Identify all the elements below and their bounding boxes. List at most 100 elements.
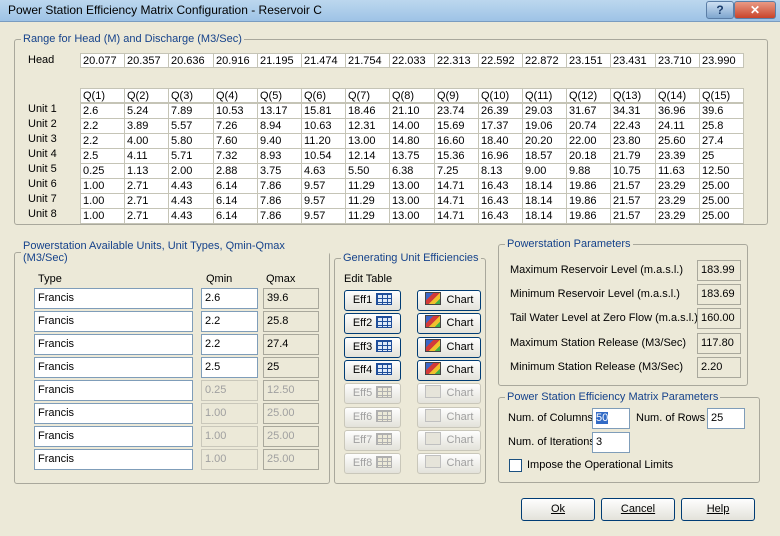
discharge-value-cell[interactable]: 18.14 <box>522 193 567 209</box>
discharge-value-cell[interactable]: 15.69 <box>434 118 479 134</box>
discharge-value-cell[interactable]: 20.18 <box>566 148 611 164</box>
discharge-value-cell[interactable]: 14.71 <box>434 178 479 194</box>
title-bar[interactable]: Power Station Efficiency Matrix Configur… <box>0 0 780 22</box>
iterations-input[interactable]: 3 <box>592 432 630 453</box>
discharge-value-cell[interactable]: 21.57 <box>610 208 656 224</box>
discharge-value-cell[interactable]: 4.00 <box>124 133 169 149</box>
discharge-value-cell[interactable]: 10.54 <box>301 148 346 164</box>
discharge-value-cell[interactable]: 7.86 <box>257 208 302 224</box>
discharge-value-cell[interactable]: 4.43 <box>168 193 214 209</box>
discharge-value-cell[interactable]: 25.00 <box>699 208 744 224</box>
discharge-value-cell[interactable]: 9.57 <box>301 193 346 209</box>
discharge-value-cell[interactable]: 25 <box>699 148 744 164</box>
discharge-value-cell[interactable]: 2.71 <box>124 178 169 194</box>
discharge-value-cell[interactable]: 7.60 <box>213 133 258 149</box>
qmin-field[interactable]: 2.2 <box>201 311 258 332</box>
discharge-value-cell[interactable]: 16.43 <box>478 178 523 194</box>
discharge-value-cell[interactable]: 15.36 <box>434 148 479 164</box>
discharge-value-cell[interactable]: 2.6 <box>80 103 125 119</box>
edit-table-button[interactable]: Eff1 <box>344 290 401 311</box>
discharge-value-cell[interactable]: 10.53 <box>213 103 258 119</box>
discharge-value-cell[interactable]: 16.43 <box>478 193 523 209</box>
cancel-button[interactable]: Cancel <box>601 498 675 521</box>
discharge-value-cell[interactable]: 11.29 <box>345 193 390 209</box>
discharge-value-cell[interactable]: 18.40 <box>478 133 523 149</box>
edit-table-button[interactable]: Eff4 <box>344 360 401 381</box>
discharge-value-cell[interactable]: 11.29 <box>345 208 390 224</box>
discharge-value-cell[interactable]: 18.14 <box>522 178 567 194</box>
discharge-value-cell[interactable]: 1.00 <box>80 178 125 194</box>
discharge-value-cell[interactable]: 5.71 <box>168 148 214 164</box>
discharge-value-cell[interactable]: 16.96 <box>478 148 523 164</box>
discharge-value-cell[interactable]: 23.29 <box>655 178 700 194</box>
unit-type-field[interactable]: Francis <box>34 449 193 470</box>
discharge-value-cell[interactable]: 2.2 <box>80 133 125 149</box>
help-button[interactable]: Help <box>681 498 755 521</box>
discharge-value-cell[interactable]: 5.24 <box>124 103 169 119</box>
discharge-value-cell[interactable]: 25.00 <box>699 178 744 194</box>
discharge-value-cell[interactable]: 1.00 <box>80 193 125 209</box>
discharge-value-cell[interactable]: 24.11 <box>655 118 700 134</box>
discharge-value-cell[interactable]: 12.31 <box>345 118 390 134</box>
discharge-value-cell[interactable]: 19.86 <box>566 178 611 194</box>
discharge-value-cell[interactable]: 4.63 <box>301 163 346 179</box>
discharge-value-cell[interactable]: 18.14 <box>522 208 567 224</box>
discharge-value-cell[interactable]: 39.6 <box>699 103 744 119</box>
discharge-value-cell[interactable]: 2.00 <box>168 163 214 179</box>
discharge-value-cell[interactable]: 5.50 <box>345 163 390 179</box>
discharge-value-cell[interactable]: 11.29 <box>345 178 390 194</box>
discharge-value-cell[interactable]: 6.14 <box>213 208 258 224</box>
discharge-value-cell[interactable]: 9.88 <box>566 163 611 179</box>
discharge-value-cell[interactable]: 23.29 <box>655 208 700 224</box>
discharge-value-cell[interactable]: 7.86 <box>257 193 302 209</box>
discharge-value-cell[interactable]: 22.00 <box>566 133 611 149</box>
discharge-value-cell[interactable]: 13.75 <box>389 148 435 164</box>
discharge-value-cell[interactable]: 0.25 <box>80 163 125 179</box>
discharge-value-cell[interactable]: 14.00 <box>389 118 435 134</box>
discharge-value-cell[interactable]: 9.00 <box>522 163 567 179</box>
discharge-value-cell[interactable]: 20.20 <box>522 133 567 149</box>
discharge-value-cell[interactable]: 21.57 <box>610 193 656 209</box>
discharge-value-cell[interactable]: 13.17 <box>257 103 302 119</box>
discharge-value-cell[interactable]: 19.86 <box>566 208 611 224</box>
discharge-value-cell[interactable]: 25.00 <box>699 193 744 209</box>
discharge-value-cell[interactable]: 14.80 <box>389 133 435 149</box>
operational-limits-checkbox[interactable] <box>509 459 522 472</box>
discharge-value-cell[interactable]: 19.06 <box>522 118 567 134</box>
discharge-value-cell[interactable]: 13.00 <box>345 133 390 149</box>
discharge-value-cell[interactable]: 8.93 <box>257 148 302 164</box>
discharge-value-cell[interactable]: 13.00 <box>389 178 435 194</box>
discharge-value-cell[interactable]: 17.37 <box>478 118 523 134</box>
qmin-field[interactable]: 2.2 <box>201 334 258 355</box>
discharge-value-cell[interactable]: 9.57 <box>301 208 346 224</box>
chart-button[interactable]: Chart <box>417 313 481 334</box>
discharge-value-cell[interactable]: 3.89 <box>124 118 169 134</box>
edit-table-button[interactable]: Eff3 <box>344 337 401 358</box>
discharge-value-cell[interactable]: 12.14 <box>345 148 390 164</box>
discharge-value-cell[interactable]: 13.00 <box>389 208 435 224</box>
discharge-value-cell[interactable]: 22.43 <box>610 118 656 134</box>
discharge-value-cell[interactable]: 27.4 <box>699 133 744 149</box>
discharge-value-cell[interactable]: 29.03 <box>522 103 567 119</box>
qmin-field[interactable]: 2.5 <box>201 357 258 378</box>
edit-table-button[interactable]: Eff2 <box>344 313 401 334</box>
unit-type-field[interactable]: Francis <box>34 357 193 378</box>
discharge-value-cell[interactable]: 7.86 <box>257 178 302 194</box>
discharge-value-cell[interactable]: 36.96 <box>655 103 700 119</box>
discharge-value-cell[interactable]: 1.00 <box>80 208 125 224</box>
unit-type-field[interactable]: Francis <box>34 380 193 401</box>
discharge-value-cell[interactable]: 15.81 <box>301 103 346 119</box>
discharge-value-cell[interactable]: 20.74 <box>566 118 611 134</box>
discharge-value-cell[interactable]: 10.75 <box>610 163 656 179</box>
unit-type-field[interactable]: Francis <box>34 311 193 332</box>
close-button[interactable]: ✕ <box>734 1 776 19</box>
discharge-value-cell[interactable]: 34.31 <box>610 103 656 119</box>
discharge-value-cell[interactable]: 18.46 <box>345 103 390 119</box>
discharge-value-cell[interactable]: 2.88 <box>213 163 258 179</box>
discharge-value-cell[interactable]: 21.57 <box>610 178 656 194</box>
discharge-value-cell[interactable]: 11.20 <box>301 133 346 149</box>
discharge-value-cell[interactable]: 8.94 <box>257 118 302 134</box>
discharge-value-cell[interactable]: 6.38 <box>389 163 435 179</box>
rows-input[interactable]: 25 <box>707 408 745 429</box>
discharge-value-cell[interactable]: 10.63 <box>301 118 346 134</box>
